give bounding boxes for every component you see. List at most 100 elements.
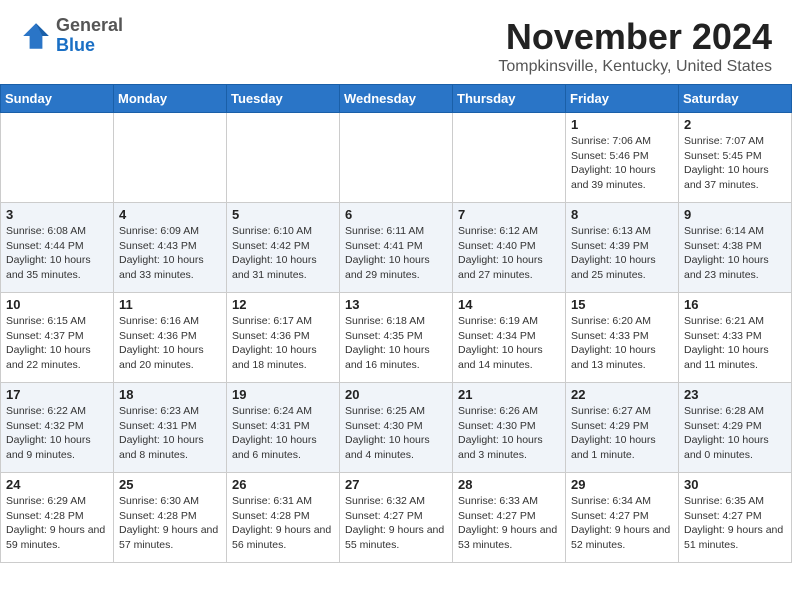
calendar-header-monday: Monday: [114, 85, 227, 113]
page-header: General Blue November 2024 Tompkinsville…: [0, 0, 792, 84]
day-number: 8: [571, 207, 673, 222]
day-number: 9: [684, 207, 786, 222]
cell-text: Sunrise: 6:12 AM Sunset: 4:40 PM Dayligh…: [458, 224, 560, 283]
day-number: 29: [571, 477, 673, 492]
calendar-cell: [1, 113, 114, 203]
calendar-cell: 12 Sunrise: 6:17 AM Sunset: 4:36 PM Dayli…: [227, 293, 340, 383]
day-number: 24: [6, 477, 108, 492]
cell-text: Sunrise: 6:33 AM Sunset: 4:27 PM Dayligh…: [458, 494, 560, 553]
cell-text: Sunrise: 6:09 AM Sunset: 4:43 PM Dayligh…: [119, 224, 221, 283]
calendar-cell: 9 Sunrise: 6:14 AM Sunset: 4:38 PM Daylig…: [679, 203, 792, 293]
calendar-cell: 20 Sunrise: 6:25 AM Sunset: 4:30 PM Dayli…: [340, 383, 453, 473]
day-number: 23: [684, 387, 786, 402]
day-number: 1: [571, 117, 673, 132]
calendar-cell: 7 Sunrise: 6:12 AM Sunset: 4:40 PM Daylig…: [453, 203, 566, 293]
cell-text: Sunrise: 6:26 AM Sunset: 4:30 PM Dayligh…: [458, 404, 560, 463]
cell-text: Sunrise: 6:29 AM Sunset: 4:28 PM Dayligh…: [6, 494, 108, 553]
cell-text: Sunrise: 6:25 AM Sunset: 4:30 PM Dayligh…: [345, 404, 447, 463]
calendar-header-row: SundayMondayTuesdayWednesdayThursdayFrid…: [1, 85, 792, 113]
calendar-week-1: 1 Sunrise: 7:06 AM Sunset: 5:46 PM Daylig…: [1, 113, 792, 203]
calendar-header-saturday: Saturday: [679, 85, 792, 113]
cell-text: Sunrise: 6:16 AM Sunset: 4:36 PM Dayligh…: [119, 314, 221, 373]
calendar-cell: 26 Sunrise: 6:31 AM Sunset: 4:28 PM Dayli…: [227, 473, 340, 563]
calendar-cell: [453, 113, 566, 203]
calendar-table: SundayMondayTuesdayWednesdayThursdayFrid…: [0, 84, 792, 563]
calendar-cell: 4 Sunrise: 6:09 AM Sunset: 4:43 PM Daylig…: [114, 203, 227, 293]
day-number: 19: [232, 387, 334, 402]
calendar-cell: [114, 113, 227, 203]
day-number: 20: [345, 387, 447, 402]
calendar-cell: 22 Sunrise: 6:27 AM Sunset: 4:29 PM Dayli…: [566, 383, 679, 473]
calendar-cell: 19 Sunrise: 6:24 AM Sunset: 4:31 PM Dayli…: [227, 383, 340, 473]
cell-text: Sunrise: 6:32 AM Sunset: 4:27 PM Dayligh…: [345, 494, 447, 553]
day-number: 13: [345, 297, 447, 312]
day-number: 15: [571, 297, 673, 312]
calendar-cell: 10 Sunrise: 6:15 AM Sunset: 4:37 PM Dayli…: [1, 293, 114, 383]
day-number: 26: [232, 477, 334, 492]
day-number: 22: [571, 387, 673, 402]
calendar-cell: 30Sunrise: 6:35 AM Sunset: 4:27 PM Dayli…: [679, 473, 792, 563]
calendar-header-tuesday: Tuesday: [227, 85, 340, 113]
calendar-cell: 25Sunrise: 6:30 AM Sunset: 4:28 PM Dayli…: [114, 473, 227, 563]
calendar-cell: 23 Sunrise: 6:28 AM Sunset: 4:29 PM Dayli…: [679, 383, 792, 473]
day-number: 30: [684, 477, 786, 492]
calendar-cell: [340, 113, 453, 203]
title-block: November 2024 Tompkinsville, Kentucky, U…: [498, 16, 772, 76]
cell-text: Sunrise: 6:28 AM Sunset: 4:29 PM Dayligh…: [684, 404, 786, 463]
cell-text: Sunrise: 6:18 AM Sunset: 4:35 PM Dayligh…: [345, 314, 447, 373]
calendar-cell: [227, 113, 340, 203]
cell-text: Sunrise: 6:24 AM Sunset: 4:31 PM Dayligh…: [232, 404, 334, 463]
cell-text: Sunrise: 6:34 AM Sunset: 4:27 PM Dayligh…: [571, 494, 673, 553]
day-number: 5: [232, 207, 334, 222]
cell-text: Sunrise: 6:14 AM Sunset: 4:38 PM Dayligh…: [684, 224, 786, 283]
calendar-cell: 27Sunrise: 6:32 AM Sunset: 4:27 PM Dayli…: [340, 473, 453, 563]
day-number: 12: [232, 297, 334, 312]
calendar-cell: 5Sunrise: 6:10 AM Sunset: 4:42 PM Daylig…: [227, 203, 340, 293]
cell-text: Sunrise: 6:20 AM Sunset: 4:33 PM Dayligh…: [571, 314, 673, 373]
calendar-cell: 17Sunrise: 6:22 AM Sunset: 4:32 PM Dayli…: [1, 383, 114, 473]
calendar-cell: 1 Sunrise: 7:06 AM Sunset: 5:46 PM Daylig…: [566, 113, 679, 203]
calendar-cell: 8 Sunrise: 6:13 AM Sunset: 4:39 PM Daylig…: [566, 203, 679, 293]
cell-text: Sunrise: 6:31 AM Sunset: 4:28 PM Dayligh…: [232, 494, 334, 553]
cell-text: Sunrise: 6:15 AM Sunset: 4:37 PM Dayligh…: [6, 314, 108, 373]
month-title: November 2024: [498, 16, 772, 58]
calendar-cell: 29 Sunrise: 6:34 AM Sunset: 4:27 PM Dayli…: [566, 473, 679, 563]
logo-text: General Blue: [56, 16, 123, 56]
calendar-cell: 6 Sunrise: 6:11 AM Sunset: 4:41 PM Daylig…: [340, 203, 453, 293]
calendar-week-5: 24 Sunrise: 6:29 AM Sunset: 4:28 PM Dayli…: [1, 473, 792, 563]
calendar-cell: 3Sunrise: 6:08 AM Sunset: 4:44 PM Daylig…: [1, 203, 114, 293]
calendar-cell: 14Sunrise: 6:19 AM Sunset: 4:34 PM Dayli…: [453, 293, 566, 383]
day-number: 6: [345, 207, 447, 222]
calendar-week-3: 10 Sunrise: 6:15 AM Sunset: 4:37 PM Dayli…: [1, 293, 792, 383]
cell-text: Sunrise: 6:19 AM Sunset: 4:34 PM Dayligh…: [458, 314, 560, 373]
day-number: 7: [458, 207, 560, 222]
day-number: 18: [119, 387, 221, 402]
calendar-header-sunday: Sunday: [1, 85, 114, 113]
calendar-cell: 18 Sunrise: 6:23 AM Sunset: 4:31 PM Dayli…: [114, 383, 227, 473]
day-number: 11: [119, 297, 221, 312]
cell-text: Sunrise: 6:21 AM Sunset: 4:33 PM Dayligh…: [684, 314, 786, 373]
calendar-cell: 24 Sunrise: 6:29 AM Sunset: 4:28 PM Dayli…: [1, 473, 114, 563]
day-number: 10: [6, 297, 108, 312]
day-number: 17: [6, 387, 108, 402]
calendar-week-4: 17Sunrise: 6:22 AM Sunset: 4:32 PM Dayli…: [1, 383, 792, 473]
calendar-cell: 2Sunrise: 7:07 AM Sunset: 5:45 PM Daylig…: [679, 113, 792, 203]
day-number: 2: [684, 117, 786, 132]
calendar-header-friday: Friday: [566, 85, 679, 113]
cell-text: Sunrise: 6:17 AM Sunset: 4:36 PM Dayligh…: [232, 314, 334, 373]
calendar-week-2: 3Sunrise: 6:08 AM Sunset: 4:44 PM Daylig…: [1, 203, 792, 293]
day-number: 28: [458, 477, 560, 492]
calendar-header-wednesday: Wednesday: [340, 85, 453, 113]
calendar-cell: 11 Sunrise: 6:16 AM Sunset: 4:36 PM Dayli…: [114, 293, 227, 383]
calendar-cell: 13 Sunrise: 6:18 AM Sunset: 4:35 PM Dayli…: [340, 293, 453, 383]
calendar-cell: 15 Sunrise: 6:20 AM Sunset: 4:33 PM Dayli…: [566, 293, 679, 383]
day-number: 4: [119, 207, 221, 222]
cell-text: Sunrise: 6:23 AM Sunset: 4:31 PM Dayligh…: [119, 404, 221, 463]
day-number: 16: [684, 297, 786, 312]
cell-text: Sunrise: 6:13 AM Sunset: 4:39 PM Dayligh…: [571, 224, 673, 283]
cell-text: Sunrise: 7:06 AM Sunset: 5:46 PM Dayligh…: [571, 134, 673, 193]
cell-text: Sunrise: 6:11 AM Sunset: 4:41 PM Dayligh…: [345, 224, 447, 283]
cell-text: Sunrise: 6:27 AM Sunset: 4:29 PM Dayligh…: [571, 404, 673, 463]
day-number: 25: [119, 477, 221, 492]
day-number: 21: [458, 387, 560, 402]
